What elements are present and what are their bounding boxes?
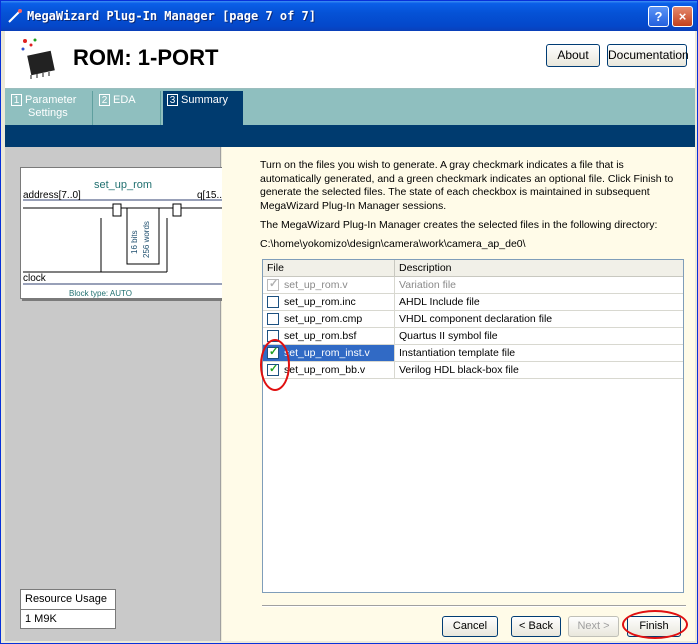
tab-strip: 1 Parameter Settings 2 EDA 3 Summary [5, 89, 695, 125]
words-label: 256 words [142, 221, 151, 258]
window-title: MegaWizard Plug-In Manager [page 7 of 7] [27, 9, 316, 23]
tab-label: Summary [181, 94, 229, 106]
address-port-label: address[7..0] [23, 190, 81, 201]
tab-content-band [5, 125, 695, 147]
file-checkbox[interactable] [267, 296, 279, 308]
footer-divider [262, 605, 686, 607]
resource-usage-value: 1 M9K [25, 613, 57, 625]
tab-label: Parameter [25, 94, 77, 106]
check-icon: ✓ [269, 363, 279, 375]
file-name: set_up_rom_bb.v [284, 364, 366, 376]
next-button[interactable]: Next > [568, 616, 619, 637]
directory-intro: The MegaWizard Plug-In Manager creates t… [260, 219, 658, 231]
tab-summary[interactable]: 3 Summary [163, 91, 243, 125]
tab-eda[interactable]: 2 EDA [95, 91, 161, 125]
title-bar[interactable]: MegaWizard Plug-In Manager [page 7 of 7]… [1, 1, 697, 31]
chip-wizard-icon [21, 38, 55, 79]
file-name: set_up_rom.bsf [284, 330, 357, 342]
file-name: set_up_rom.v [284, 279, 348, 291]
file-checkbox[interactable] [267, 313, 279, 325]
help-button[interactable]: ? [648, 6, 669, 27]
rom-symbol-diagram: set_up_rom address[7..0] q[15..0] clock … [23, 179, 238, 298]
check-icon: ✓ [269, 278, 279, 290]
documentation-button[interactable]: Documentation [607, 44, 689, 67]
summary-instructions: Turn on the files you wish to generate. … [260, 159, 674, 212]
file-row-inst[interactable]: ✓ set_up_rom_inst.v Instantiation templat… [263, 345, 683, 362]
tab-parameter-settings[interactable]: 1 Parameter Settings [7, 91, 93, 125]
tab-number: 2 [99, 94, 110, 106]
file-name: set_up_rom_inst.v [284, 347, 370, 359]
file-description: AHDL Include file [399, 296, 480, 308]
clock-port-label: clock [23, 273, 47, 284]
resource-usage-header: Resource Usage [21, 590, 115, 610]
file-row-inc[interactable]: set_up_rom.inc AHDL Include file [263, 294, 683, 311]
column-header-description[interactable]: Description [395, 260, 452, 276]
file-description: Quartus II symbol file [399, 330, 498, 342]
file-row-variation: ✓ set_up_rom.v Variation file [263, 277, 683, 294]
bits-label: 16 bits [130, 230, 139, 254]
file-checkbox[interactable] [267, 330, 279, 342]
tab-number: 1 [11, 94, 22, 106]
page-header: ROM: 1-PORT About Documentation [5, 31, 695, 89]
page-title: ROM: 1-PORT [73, 45, 219, 70]
file-table-header: File Description [263, 260, 683, 277]
file-checkbox[interactable]: ✓ [267, 363, 279, 376]
finish-button[interactable]: Finish [627, 616, 681, 637]
file-description: Variation file [399, 279, 457, 291]
symbol-name: set_up_rom [94, 179, 152, 191]
resource-usage-box: Resource Usage 1 M9K [20, 589, 116, 629]
file-name: set_up_rom.cmp [284, 313, 363, 325]
tab-label: EDA [113, 94, 136, 106]
megawizard-window: MegaWizard Plug-In Manager [page 7 of 7]… [0, 0, 698, 644]
close-button[interactable]: × [672, 6, 693, 27]
file-list-table: File Description ✓ set_up_rom.v Variation… [262, 259, 684, 593]
file-row-cmp[interactable]: set_up_rom.cmp VHDL component declaratio… [263, 311, 683, 328]
symbol-panel: set_up_rom address[7..0] q[15..0] clock … [5, 147, 240, 641]
block-type-label: Block type: AUTO [69, 289, 132, 298]
about-button[interactable]: About [546, 44, 600, 67]
rom-symbol-preview: set_up_rom address[7..0] q[15..0] clock … [20, 167, 240, 299]
file-row-bb[interactable]: ✓ set_up_rom_bb.v Verilog HDL black-box f… [263, 362, 683, 379]
cancel-button[interactable]: Cancel [442, 616, 498, 637]
back-button[interactable]: < Back [511, 616, 561, 637]
summary-panel: Turn on the files you wish to generate. … [222, 147, 695, 641]
output-directory: C:\home\yokomizo\design\camera\work\came… [260, 238, 526, 250]
file-description: Instantiation template file [399, 347, 516, 359]
file-description: Verilog HDL black-box file [399, 364, 519, 376]
file-description: VHDL component declaration file [399, 313, 553, 325]
file-checkbox[interactable]: ✓ [267, 346, 279, 359]
file-name: set_up_rom.inc [284, 296, 356, 308]
file-checkbox: ✓ [267, 278, 279, 291]
tab-number: 3 [167, 94, 178, 106]
file-row-bsf[interactable]: set_up_rom.bsf Quartus II symbol file [263, 328, 683, 345]
megawizard-app-icon [8, 9, 22, 23]
check-icon: ✓ [269, 346, 279, 358]
column-header-file[interactable]: File [263, 260, 395, 276]
tab-label-line2: Settings [28, 107, 68, 119]
